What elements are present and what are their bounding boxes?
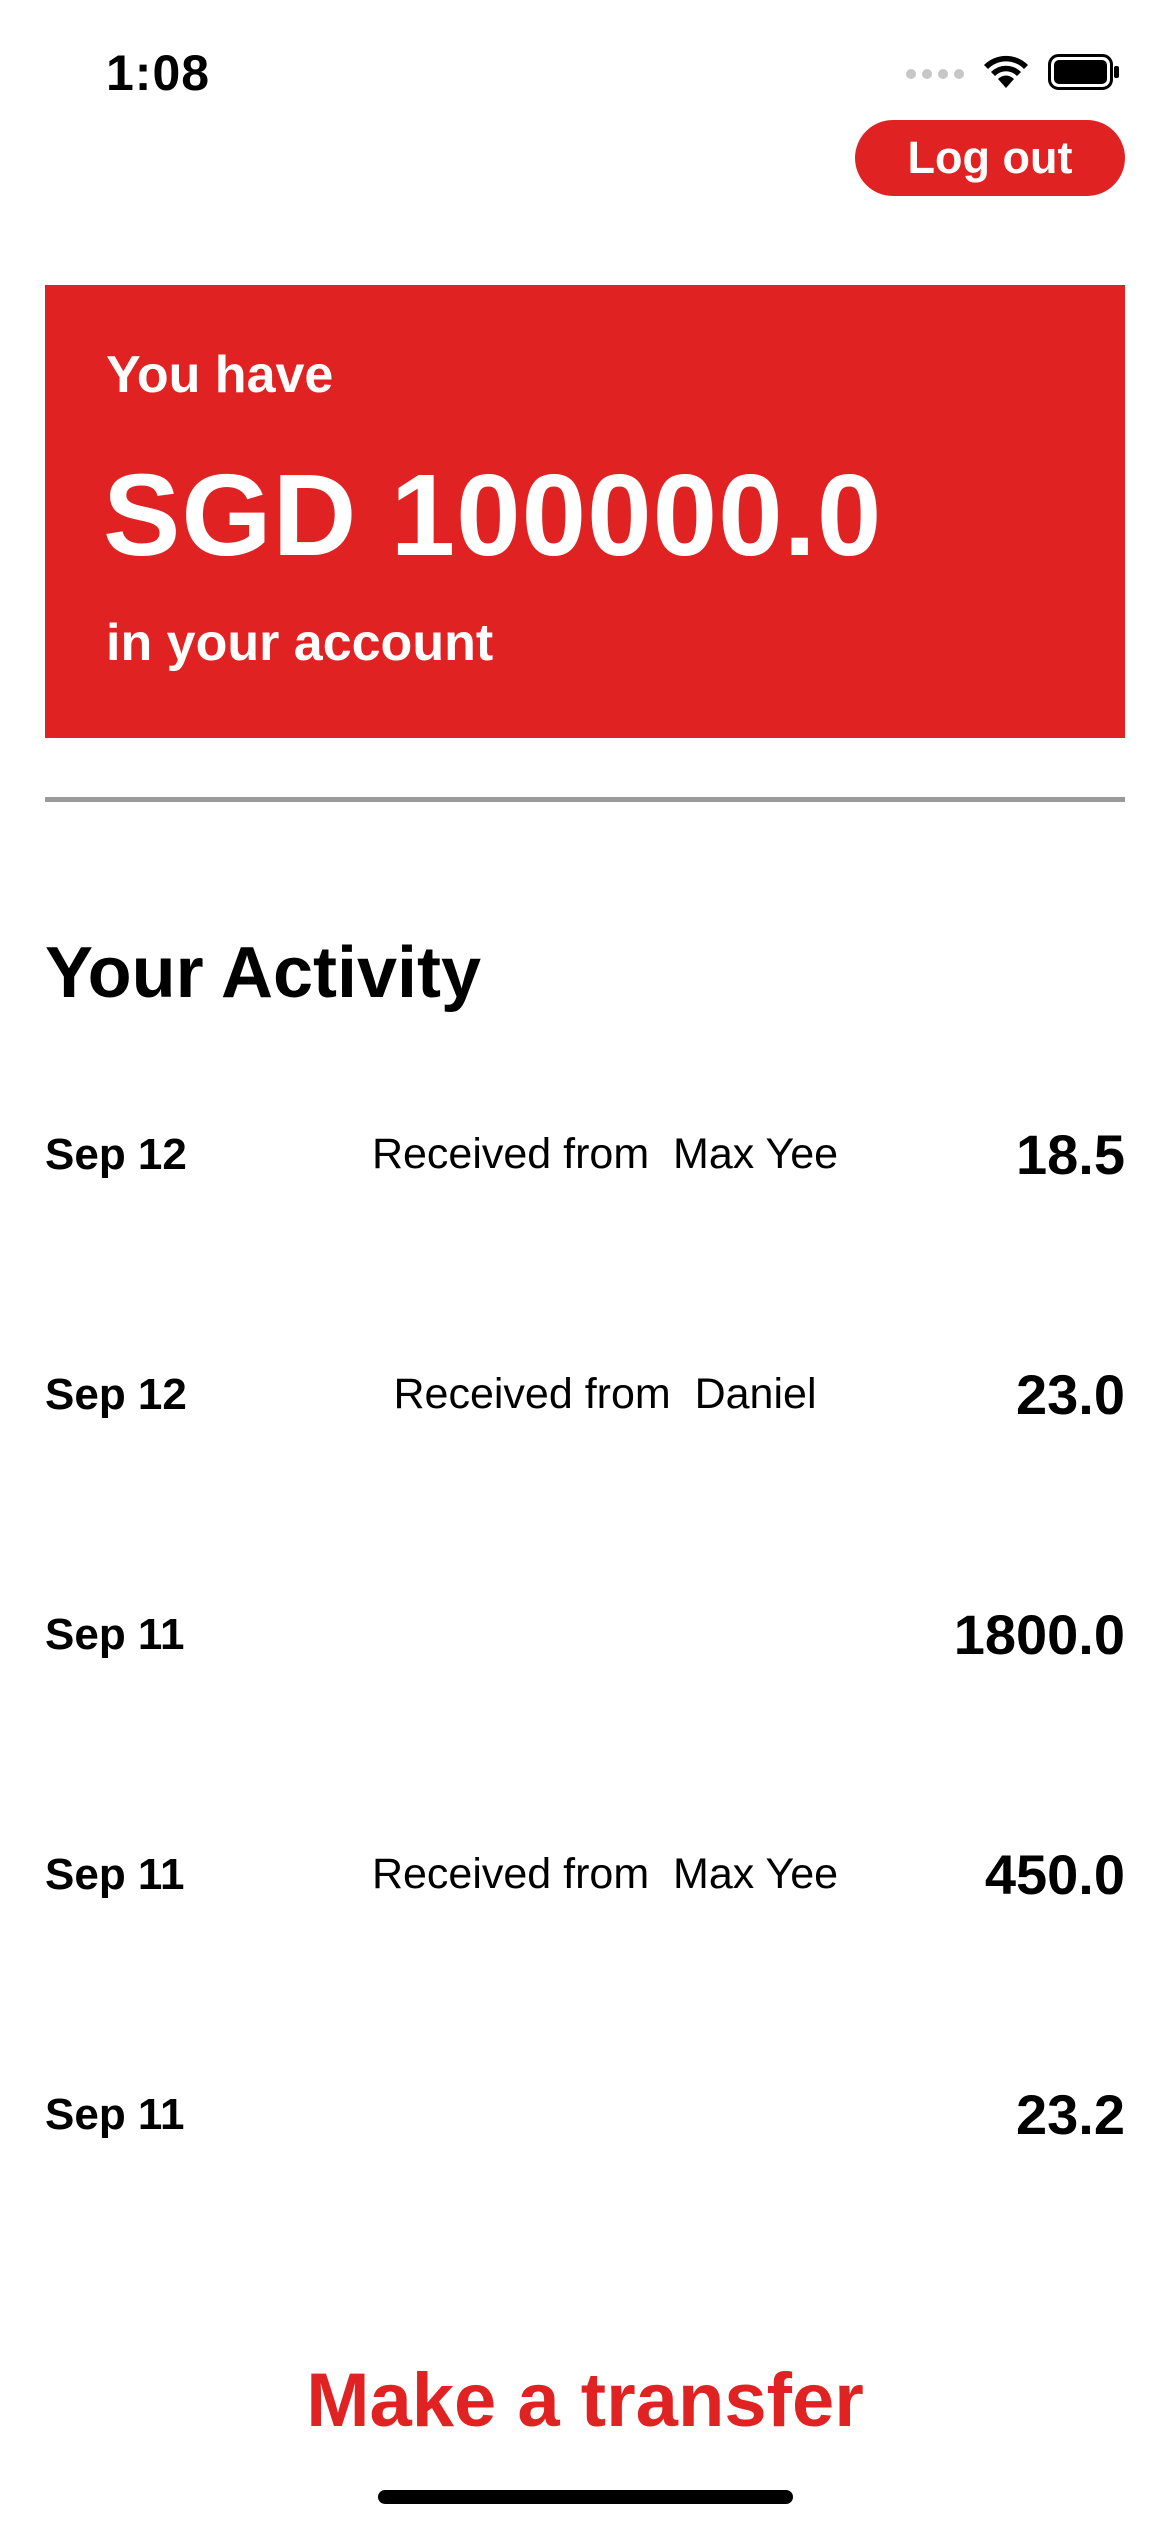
activity-row: Sep 11 Received from Max Yee 450.0 <box>45 1820 1125 2060</box>
activity-row: Sep 12 Received from Daniel 23.0 <box>45 1340 1125 1580</box>
logout-button[interactable]: Log out <box>855 120 1125 196</box>
activity-amount: 18.5 <box>1016 1123 1125 1186</box>
balance-amount: SGD 100000.0 <box>103 450 883 580</box>
status-icons <box>906 52 1120 96</box>
status-time: 1:08 <box>106 45 211 101</box>
balance-card: You have SGD 100000.0 in your account <box>45 285 1125 738</box>
activity-row: Sep 11 1800.0 <box>45 1580 1125 1820</box>
activity-description: Received from Max Yee <box>371 1130 839 1178</box>
activity-date: Sep 11 <box>45 2090 185 2139</box>
activity-date: Sep 11 <box>45 1610 185 1659</box>
activity-date: Sep 12 <box>45 1370 187 1419</box>
activity-description: Received from Max Yee <box>371 1850 839 1898</box>
balance-suffix-text: in your account <box>106 614 494 672</box>
cellular-signal-icon <box>906 69 964 79</box>
activity-description: Received from Daniel <box>393 1370 817 1418</box>
activity-amount: 23.2 <box>1016 2083 1125 2146</box>
activity-row: Sep 11 23.2 <box>45 2060 1125 2300</box>
activity-title: Your Activity <box>45 933 482 1013</box>
home-indicator[interactable] <box>378 2490 793 2504</box>
activity-amount: 23.0 <box>1016 1363 1125 1426</box>
activity-date: Sep 12 <box>45 1130 187 1179</box>
balance-prefix-text: You have <box>106 346 334 404</box>
activity-list: Sep 12 Received from Max Yee 18.5 Sep 12… <box>45 1100 1125 2300</box>
wifi-icon <box>982 54 1030 95</box>
make-transfer-button[interactable]: Make a transfer <box>0 2350 1170 2450</box>
battery-icon <box>1048 53 1120 95</box>
activity-amount: 450.0 <box>984 1843 1125 1906</box>
activity-row: Sep 12 Received from Max Yee 18.5 <box>45 1100 1125 1340</box>
activity-amount: 1800.0 <box>953 1603 1125 1666</box>
activity-date: Sep 11 <box>45 1850 185 1899</box>
divider <box>45 797 1125 802</box>
